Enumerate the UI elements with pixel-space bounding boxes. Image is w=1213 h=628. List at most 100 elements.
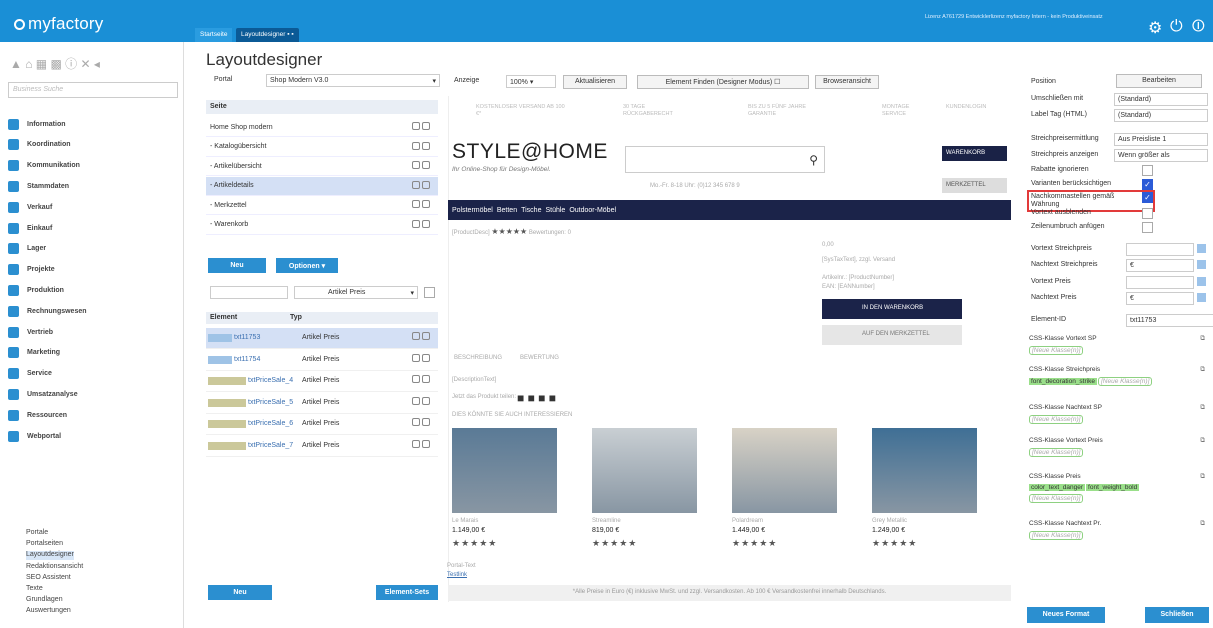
portal-select[interactable]: Shop Modern V3.0 ▾ — [266, 74, 440, 87]
app-logo[interactable]: myfactory — [14, 14, 103, 34]
new-format-button[interactable]: Neues Format — [1027, 607, 1105, 623]
sidebar-item-rechnungswesen[interactable]: Rechnungswesen — [8, 301, 178, 321]
page-row[interactable]: - Katalogübersicht — [206, 138, 438, 157]
copy-icon[interactable]: ⧉ — [1200, 404, 1205, 412]
product-image[interactable] — [872, 428, 977, 513]
sidebar-sub-7[interactable]: Auswertungen — [26, 607, 71, 616]
test-link[interactable]: Testlink — [447, 572, 467, 578]
add-to-cart-button[interactable]: IN DEN WARENKORB — [822, 299, 962, 319]
copy-icon[interactable]: ⧉ — [1200, 473, 1205, 481]
tab-startseite[interactable]: Startseite — [195, 28, 233, 42]
element-row[interactable]: txt11754 Artikel Preis — [206, 350, 438, 371]
sidebar-sub-1[interactable]: Portalseiten — [26, 540, 63, 549]
sidebar-item-ressourcen[interactable]: Ressourcen — [8, 405, 178, 425]
prop-select-streich[interactable]: Aus Preisliste 1 — [1114, 133, 1208, 146]
prop-checkbox-rabatte[interactable] — [1142, 165, 1153, 176]
page-row[interactable]: - Warenkorb — [206, 216, 438, 235]
product-name[interactable]: Le Marais — [452, 518, 478, 524]
browser-view-button[interactable]: Browseransicht — [815, 75, 879, 89]
lookup-icon[interactable] — [1197, 293, 1206, 302]
prop-checkbox-vortext_aus[interactable] — [1142, 208, 1153, 219]
toolbar-icons[interactable]: ▲ ⌂ ▦ ▩ ⓘ ✕ ◂ — [10, 55, 100, 72]
prop-select-labeltag[interactable]: (Standard) — [1114, 109, 1208, 122]
prop-input-vp[interactable] — [1126, 276, 1194, 289]
page-row[interactable]: - Merkzettel — [206, 196, 438, 215]
product-name[interactable]: Polardream — [732, 518, 763, 524]
sidebar-sub-4[interactable]: SEO Assistent — [26, 574, 71, 583]
copy-icon[interactable]: ⧉ — [1200, 366, 1205, 374]
sidebar-item-umsatzanalyse[interactable]: Umsatzanalyse — [8, 384, 178, 404]
page-row[interactable]: - Artikelübersicht — [206, 157, 438, 176]
sidebar-sub-5[interactable]: Texte — [26, 585, 43, 594]
product-image[interactable] — [452, 428, 557, 513]
category-link[interactable]: Tische — [521, 207, 541, 214]
css-class-tag[interactable]: font_decoration_strike — [1029, 378, 1097, 385]
edit-button[interactable]: Bearbeiten — [1116, 74, 1202, 88]
new-class-input[interactable]: [Neue Klasse(n)] — [1029, 531, 1084, 540]
element-controls[interactable] — [410, 418, 432, 428]
customer-login[interactable]: KUNDENLOGIN — [946, 104, 986, 111]
shop-search-input[interactable]: ⚲ — [625, 146, 825, 173]
element-controls[interactable] — [410, 439, 432, 450]
element-row[interactable]: txtPriceSale_5 Artikel Preis — [206, 393, 438, 414]
product-image[interactable] — [592, 428, 697, 513]
page-row[interactable]: Home Shop modern — [206, 118, 438, 137]
new-class-input[interactable]: [Neue Klasse(n)] — [1029, 448, 1084, 457]
element-sets-button[interactable]: Element-Sets — [376, 585, 438, 600]
copy-icon[interactable]: ⧉ — [1200, 335, 1205, 343]
lookup-icon[interactable] — [1197, 244, 1206, 253]
element-row[interactable]: txtPriceSale_7 Artikel Preis — [206, 436, 438, 457]
zoom-select[interactable]: 100% ▾ — [506, 75, 556, 88]
element-row[interactable]: txtPriceSale_6 Artikel Preis — [206, 414, 438, 435]
prop-checkbox-varianten[interactable]: ✓ — [1142, 179, 1153, 190]
options-button[interactable]: Optionen ▾ — [276, 258, 338, 273]
product-name[interactable]: Streamline — [592, 518, 621, 524]
sidebar-item-marketing[interactable]: Marketing — [8, 343, 178, 363]
page-controls[interactable] — [410, 219, 432, 230]
new-class-input[interactable]: [Neue Klasse(n)] — [1029, 346, 1084, 355]
css-class-tag[interactable]: color_text_danger — [1029, 484, 1086, 491]
sidebar-sub-0[interactable]: Portale — [26, 529, 48, 538]
business-search-input[interactable]: Business Suche — [8, 82, 178, 98]
tab-review[interactable]: BEWERTUNG — [520, 355, 559, 361]
find-element-button[interactable]: Element Finden (Designer Modus) ☐ — [637, 75, 809, 89]
prop-select-umschl[interactable]: (Standard) — [1114, 93, 1208, 106]
filter-text-input[interactable] — [210, 286, 288, 299]
new-page-button[interactable]: Neu — [208, 258, 266, 273]
sidebar-item-produktion[interactable]: Produktion — [8, 280, 178, 300]
lookup-icon[interactable] — [1197, 260, 1206, 269]
copy-icon[interactable]: ⧉ — [1200, 520, 1205, 528]
new-class-input[interactable]: [Neue Klasse(n)] — [1029, 494, 1084, 503]
page-controls[interactable] — [410, 122, 432, 132]
copy-icon[interactable]: ⧉ — [1200, 437, 1205, 445]
product-image[interactable] — [732, 428, 837, 513]
category-link[interactable]: Outdoor-Möbel — [569, 207, 616, 214]
sidebar-sub-6[interactable]: Grundlagen — [26, 596, 63, 605]
new-class-input[interactable]: [Neue Klasse(n)] — [1097, 377, 1153, 386]
power-icon[interactable]: ⏻ — [1170, 18, 1183, 36]
new-class-input[interactable]: [Neue Klasse(n)] — [1029, 415, 1084, 424]
sidebar-item-koordination[interactable]: Koordination — [8, 135, 178, 155]
sidebar-item-lager[interactable]: Lager — [8, 239, 178, 259]
element-controls[interactable] — [410, 353, 432, 364]
shop-watchlist-button[interactable]: MERKZETTEL — [942, 178, 1007, 193]
page-controls[interactable] — [410, 200, 432, 210]
element-controls[interactable] — [410, 396, 432, 407]
element-type-filter[interactable]: Artikel Preis ▾ — [294, 286, 418, 299]
category-link[interactable]: Polstermöbel — [452, 207, 493, 214]
sidebar-item-kommunikation[interactable]: Kommunikation — [8, 156, 178, 176]
sidebar-item-service[interactable]: Service — [8, 364, 178, 384]
prop-checkbox-nachkomma[interactable]: ✓ — [1142, 192, 1153, 203]
page-controls[interactable] — [410, 161, 432, 171]
sidebar-item-information[interactable]: Information — [8, 114, 178, 134]
tab-layoutdesigner[interactable]: Layoutdesigner ▪ ▪ — [236, 28, 299, 42]
tab-description[interactable]: BESCHREIBUNG — [454, 355, 502, 361]
element-controls[interactable] — [410, 332, 432, 342]
prop-input-vs[interactable] — [1126, 243, 1194, 256]
logout-icon[interactable]: ⏼ — [1192, 18, 1205, 36]
sidebar-item-verkauf[interactable]: Verkauf — [8, 197, 178, 217]
add-to-watchlist-button[interactable]: AUF DEN MERKZETTEL — [822, 325, 962, 345]
prop-select-streichanz[interactable]: Wenn größer als — [1114, 149, 1208, 162]
close-button[interactable]: Schließen — [1145, 607, 1209, 623]
new-element-button[interactable]: Neu — [208, 585, 272, 600]
